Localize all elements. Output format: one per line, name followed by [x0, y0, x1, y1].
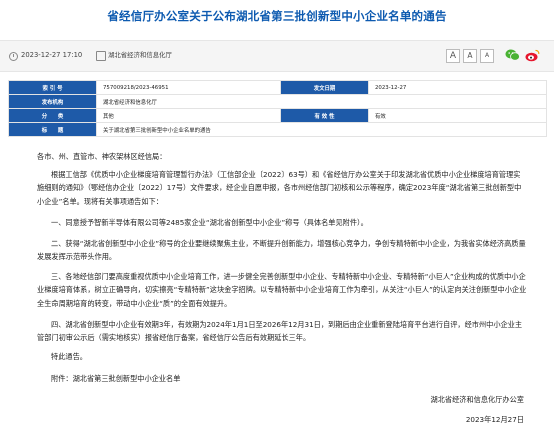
- issuer-signature: 湖北省经济和信息化厅办公室: [430, 395, 524, 404]
- issue-date-value: 2023-12-27: [368, 80, 547, 95]
- closing-statement: 特此通告。: [51, 352, 87, 361]
- paragraph-intro: 根据工信部《优质中小企业梯度培育管理暂行办法》（工信部企业〔2022〕63号）和…: [37, 170, 522, 206]
- issuing-agency-label: 发布机构: [8, 94, 97, 109]
- table-row: 索 引 号 757009218/2023-46951 发文日期 2023-12-…: [8, 80, 547, 95]
- table-row: 标 题 关于湖北省第三批创新型中小企业名单的通告: [8, 122, 547, 137]
- article-meta-bar: 2023-12-27 17:10 湖北省经济和信息化厅 A A A: [0, 40, 554, 72]
- document-info-table: 索 引 号 757009218/2023-46951 发文日期 2023-12-…: [8, 80, 547, 137]
- wechat-share-icon[interactable]: [505, 49, 520, 61]
- home-icon: [96, 51, 106, 61]
- category-label: 分 类: [8, 108, 97, 123]
- doc-title-value: 关于湖北省第三批创新型中小企业名单的通告: [96, 122, 547, 137]
- table-row: 分 类 其他 有 效 性 有效: [8, 108, 547, 123]
- font-size-large-button[interactable]: A: [446, 49, 460, 63]
- font-size-medium-button[interactable]: A: [463, 49, 477, 63]
- page-title: 省经信厅办公室关于公布湖北省第三批创新型中小企业名单的通告: [107, 9, 447, 23]
- publish-datetime: 2023-12-27 17:10: [21, 51, 83, 59]
- doc-title-label: 标 题: [8, 122, 97, 137]
- table-row: 发布机构 湖北省经济和信息化厅: [8, 94, 547, 109]
- notice-page: 省经信厅办公室关于公布湖北省第三批创新型中小企业名单的通告 2023-12-27…: [0, 0, 554, 432]
- index-number-label: 索 引 号: [8, 80, 97, 95]
- index-number-value: 757009218/2023-46951: [96, 80, 281, 95]
- paragraph-item-2: 二、获得“湖北省创新型中小企业”称号的企业要继续聚焦主业，不断提升创新能力，增强…: [37, 239, 526, 262]
- signature-date: 2023年12月27日: [465, 415, 524, 424]
- category-value: 其他: [96, 108, 281, 123]
- font-size-small-button[interactable]: A: [480, 49, 494, 63]
- paragraph-item-1: 一、同意授予智新半导体有限公司等2485家企业“湖北省创新型中小企业”称号（具体…: [51, 218, 368, 227]
- validity-value: 有效: [368, 108, 547, 123]
- paragraph-item-4: 四、湖北省创新型中小企业有效期3年，有效期为2024年1月1日至2026年12月…: [37, 320, 523, 343]
- attachment-note: 附件：湖北省第三批创新型中小企业名单: [51, 374, 181, 383]
- issue-date-label: 发文日期: [280, 80, 369, 95]
- weibo-share-icon[interactable]: [525, 49, 540, 62]
- issuing-agency-value: 湖北省经济和信息化厅: [96, 94, 547, 109]
- paragraph-item-3: 三、各地经信部门要高度重视优质中小企业培育工作，进一步健全完善创新型中小企业、专…: [37, 272, 527, 308]
- validity-label: 有 效 性: [280, 108, 369, 123]
- salutation: 各市、州、直管市、神农架林区经信局：: [37, 152, 167, 161]
- clock-icon: [9, 52, 18, 61]
- publish-source: 湖北省经济和信息化厅: [108, 51, 172, 59]
